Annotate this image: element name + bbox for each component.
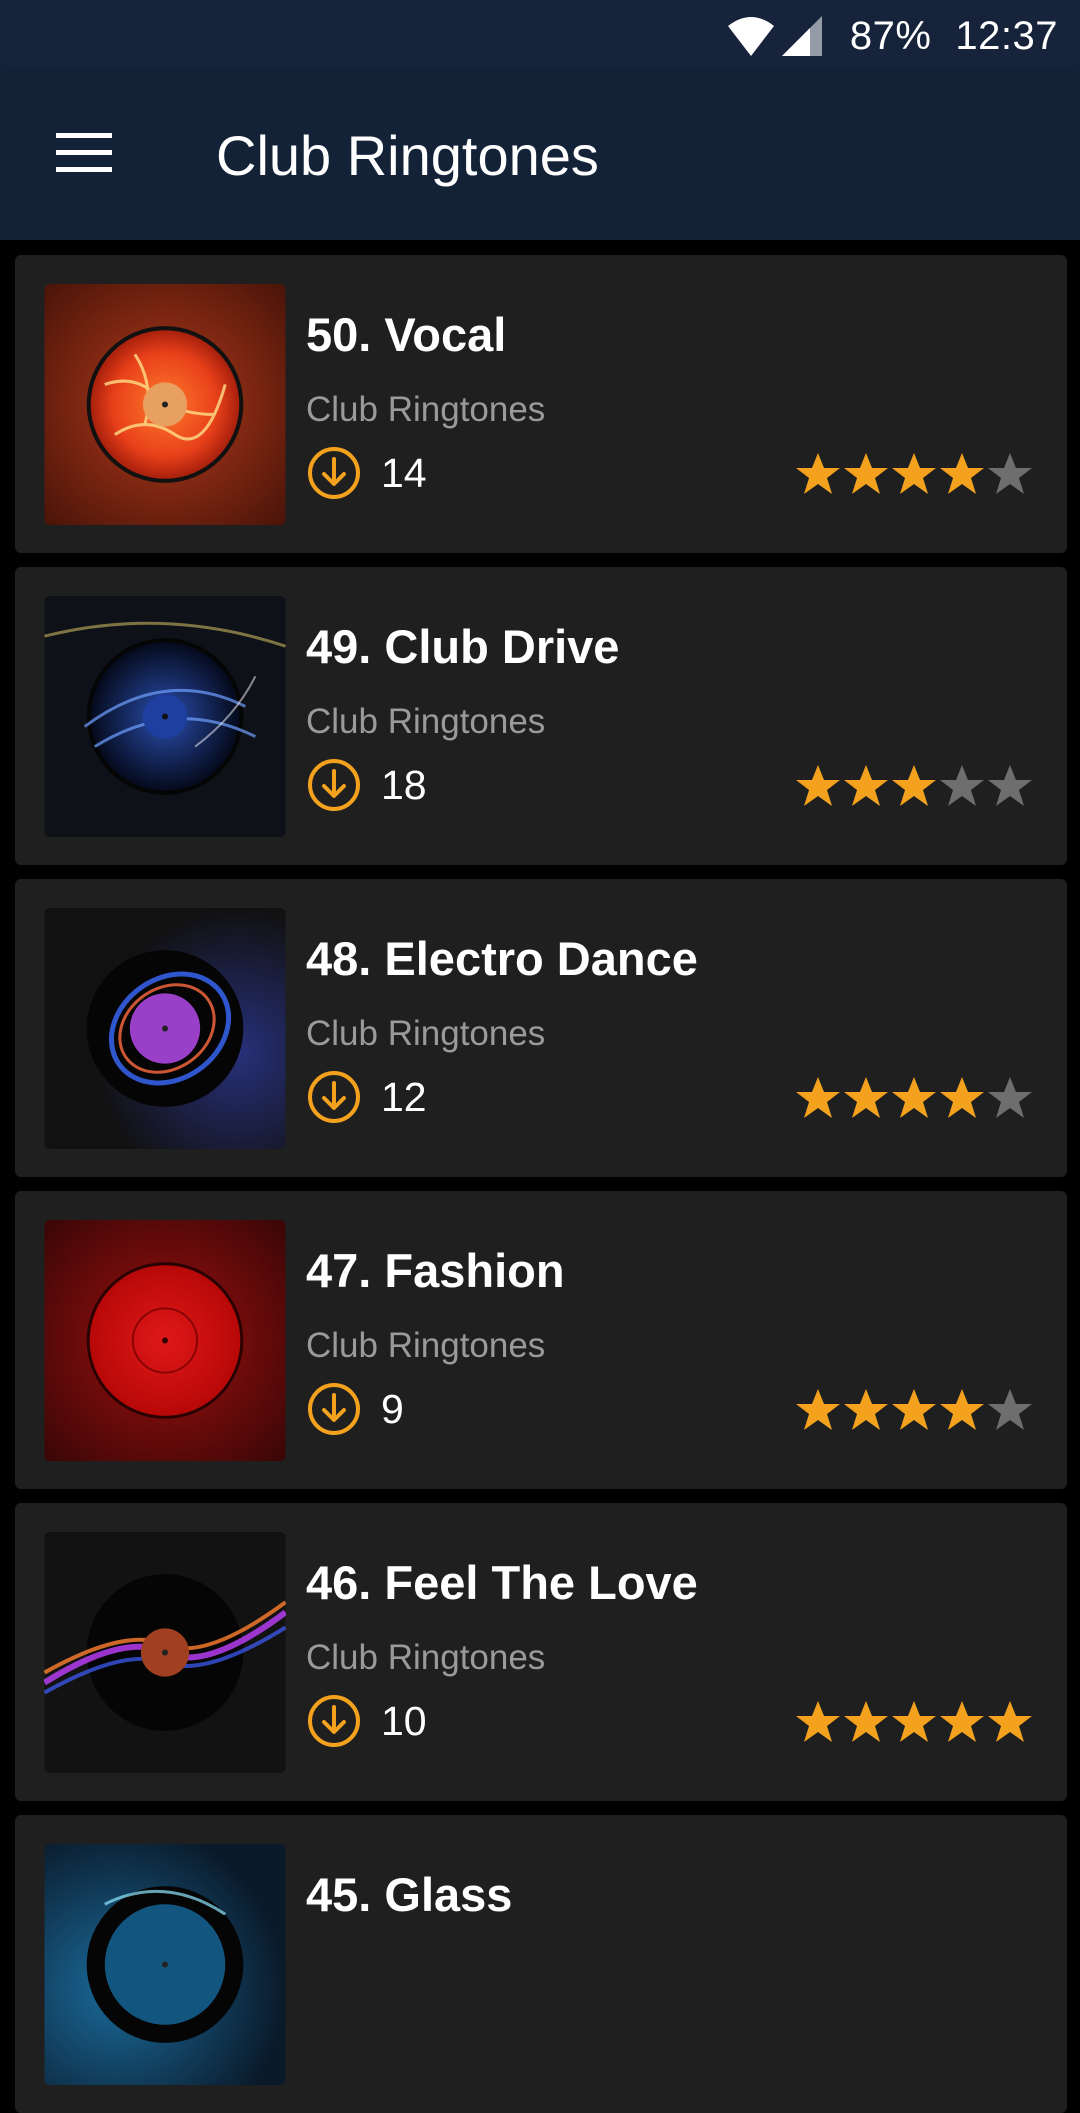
star-filled-icon <box>796 765 840 806</box>
rating-stars <box>794 451 1034 497</box>
album-art-fire-vinyl <box>44 284 286 525</box>
star-filled-icon <box>844 1389 888 1430</box>
album-art-rainbow-vinyl <box>44 1532 286 1773</box>
ringtone-category: Club Ringtones <box>306 702 546 741</box>
star-filled-icon <box>796 453 840 494</box>
ringtone-card[interactable]: 47. Fashion Club Ringtones 9 <box>15 1191 1067 1489</box>
star-filled-icon <box>940 453 984 494</box>
album-art-purple-vinyl <box>44 908 286 1149</box>
app-bar: Club Ringtones <box>0 72 1080 240</box>
ringtone-card[interactable]: 50. Vocal Club Ringtones 14 <box>15 255 1067 553</box>
ringtone-title: 48. Electro Dance <box>306 932 698 985</box>
star-empty-icon <box>940 765 984 806</box>
download-icon <box>308 1071 360 1123</box>
star-empty-icon <box>988 1077 1032 1118</box>
menu-icon-line <box>56 149 112 155</box>
album-art-red-vinyl <box>44 1220 286 1461</box>
star-filled-icon <box>940 1701 984 1742</box>
download-icon <box>308 447 360 499</box>
ringtone-card[interactable]: 45. Glass <box>15 1815 1067 2113</box>
star-filled-icon <box>988 1701 1032 1742</box>
ringtone-title: 46. Feel The Love <box>306 1556 698 1609</box>
menu-button[interactable] <box>42 122 126 182</box>
ringtone-title: 47. Fashion <box>306 1244 565 1297</box>
download-count: 12 <box>381 1074 427 1120</box>
status-icons: 87% 12:37 <box>726 0 1058 72</box>
rating-stars <box>794 1699 1034 1745</box>
status-bar: 87% 12:37 <box>0 0 1080 72</box>
download-count: 14 <box>381 450 427 496</box>
ringtone-category: Club Ringtones <box>306 1638 546 1677</box>
star-filled-icon <box>844 1077 888 1118</box>
star-filled-icon <box>940 1389 984 1430</box>
download-count: 18 <box>381 762 427 808</box>
download-count: 10 <box>381 1698 427 1744</box>
star-filled-icon <box>892 1077 936 1118</box>
rating-stars <box>794 1075 1034 1121</box>
ringtone-category: Club Ringtones <box>306 390 546 429</box>
ringtone-title: 50. Vocal <box>306 308 507 361</box>
star-filled-icon <box>796 1389 840 1430</box>
ringtone-card[interactable]: 48. Electro Dance Club Ringtones 12 <box>15 879 1067 1177</box>
app-title: Club Ringtones <box>216 124 599 187</box>
download-count: 9 <box>381 1386 404 1432</box>
ringtone-card[interactable]: 46. Feel The Love Club Ringtones 10 <box>15 1503 1067 1801</box>
star-filled-icon <box>892 453 936 494</box>
ringtone-title: 45. Glass <box>306 1868 513 1921</box>
cell-signal-icon <box>781 16 822 56</box>
ringtone-category: Club Ringtones <box>306 1014 546 1053</box>
album-art-glass-vinyl <box>44 1844 286 2085</box>
album-art-blue-vinyl <box>44 596 286 837</box>
ringtone-title: 49. Club Drive <box>306 620 620 673</box>
star-filled-icon <box>892 1389 936 1430</box>
download-icon <box>308 759 360 811</box>
star-filled-icon <box>796 1077 840 1118</box>
star-filled-icon <box>796 1701 840 1742</box>
star-empty-icon <box>988 765 1032 806</box>
rating-stars <box>794 763 1034 809</box>
wifi-icon <box>727 17 774 56</box>
star-filled-icon <box>844 1701 888 1742</box>
menu-icon-line <box>56 132 112 138</box>
star-filled-icon <box>844 453 888 494</box>
download-icon <box>308 1695 360 1747</box>
clock: 12:37 <box>955 13 1058 58</box>
star-filled-icon <box>844 765 888 806</box>
battery-percentage: 87% <box>849 13 932 58</box>
ringtone-category: Club Ringtones <box>306 1326 546 1365</box>
star-filled-icon <box>940 1077 984 1118</box>
download-icon <box>308 1383 360 1435</box>
star-filled-icon <box>892 765 936 806</box>
star-filled-icon <box>892 1701 936 1742</box>
rating-stars <box>794 1387 1034 1433</box>
star-empty-icon <box>988 453 1032 494</box>
menu-icon-line <box>56 166 112 172</box>
star-empty-icon <box>988 1389 1032 1430</box>
ringtone-card[interactable]: 49. Club Drive Club Ringtones 18 <box>15 567 1067 865</box>
